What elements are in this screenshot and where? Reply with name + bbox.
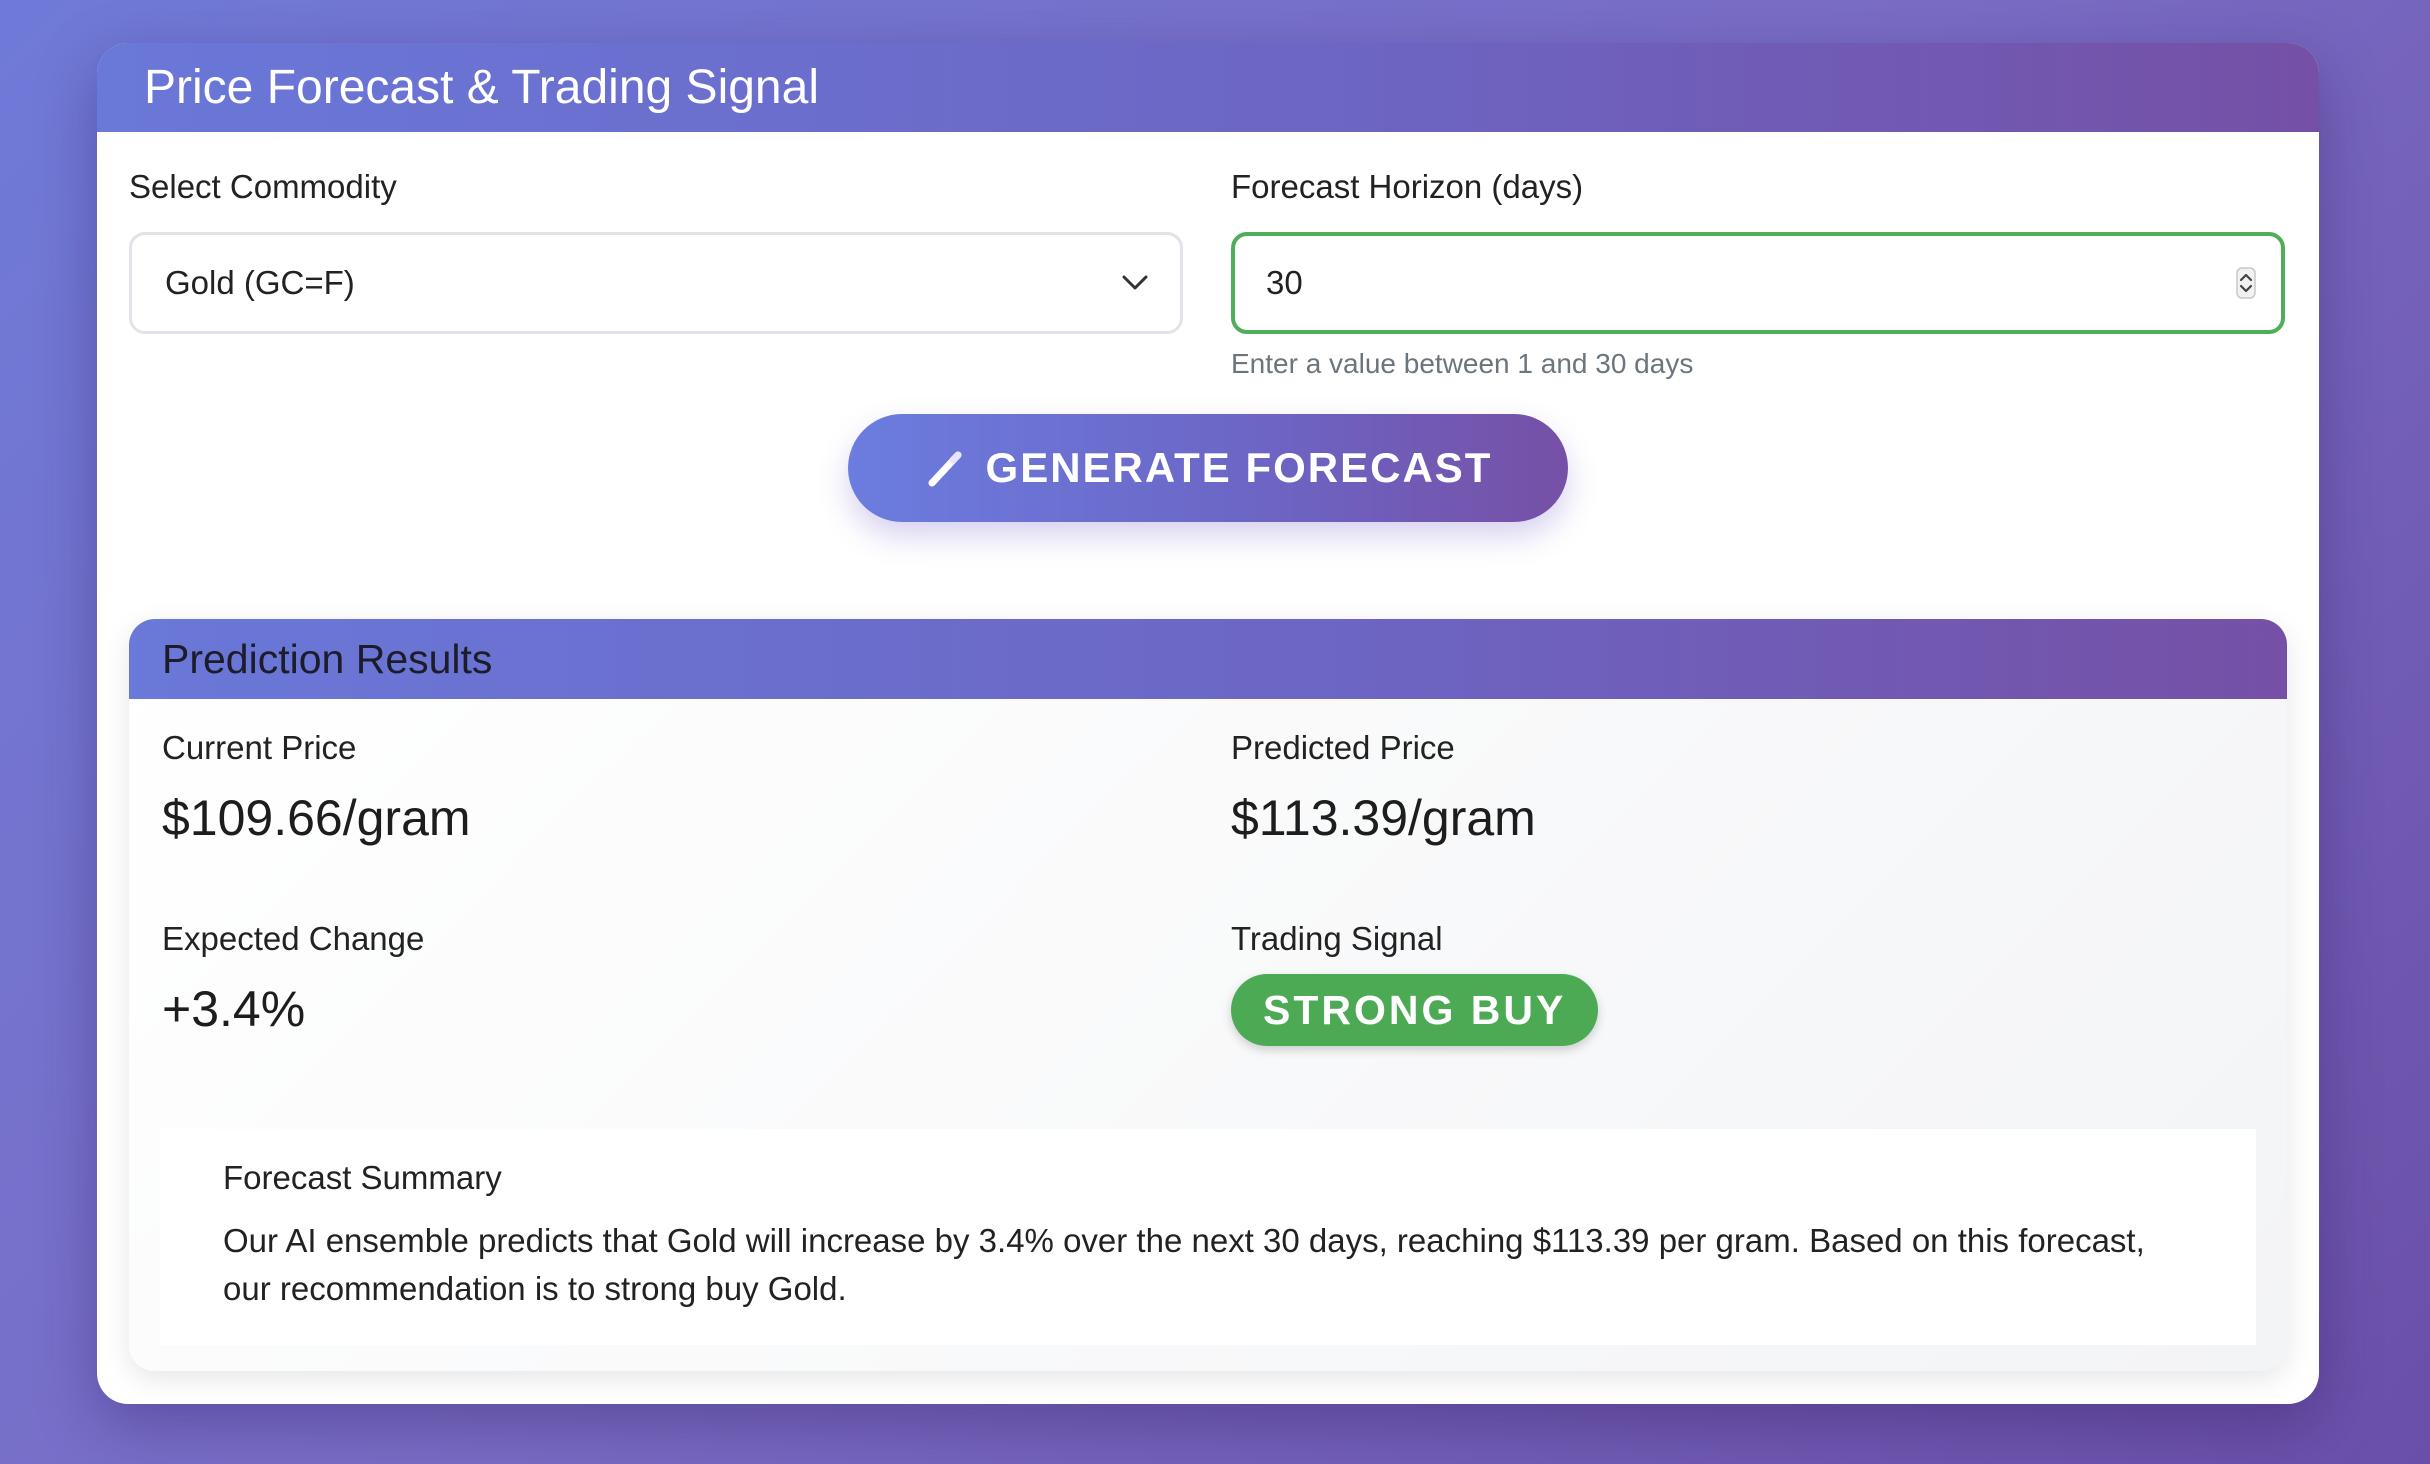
generate-forecast-button[interactable]: GENERATE FORECAST	[848, 414, 1568, 522]
expected-change-value: +3.4%	[162, 981, 306, 1037]
forecast-summary: Forecast Summary Our AI ensemble predict…	[160, 1129, 2256, 1345]
commodity-select[interactable]: Gold (GC=F)	[129, 232, 1183, 334]
predicted-price-value: $113.39/gram	[1231, 790, 1536, 846]
horizon-group: Forecast Horizon (days) 30 Enter a value…	[1231, 168, 2285, 380]
results-title: Prediction Results	[129, 619, 2287, 699]
trading-signal-metric: Trading Signal STRONG BUY	[1231, 920, 1599, 1046]
summary-title: Forecast Summary	[223, 1159, 502, 1196]
horizon-label: Forecast Horizon (days)	[1231, 168, 1584, 205]
commodity-selected-value: Gold (GC=F)	[165, 264, 355, 301]
chevron-down-icon	[1122, 275, 1148, 290]
spinner-arrows-icon[interactable]	[2236, 267, 2256, 299]
expected-change-metric: Expected Change +3.4%	[162, 920, 424, 1038]
trading-signal-badge: STRONG BUY	[1231, 974, 1599, 1046]
predicted-price-metric: Predicted Price $113.39/gram	[1231, 729, 1536, 847]
magic-wand-icon	[928, 451, 962, 487]
results-card: Prediction Results Current Price $109.66…	[129, 619, 2287, 1371]
current-price-value: $109.66/gram	[162, 790, 471, 846]
predicted-price-label: Predicted Price	[1231, 729, 1455, 766]
summary-text: Our AI ensemble predicts that Gold will …	[223, 1222, 2145, 1307]
horizon-input[interactable]: 30	[1231, 232, 2285, 334]
card-title: Price Forecast & Trading Signal	[97, 43, 2319, 132]
current-price-metric: Current Price $109.66/gram	[162, 729, 471, 847]
current-price-label: Current Price	[162, 729, 357, 766]
horizon-help-text: Enter a value between 1 and 30 days	[1231, 348, 1694, 379]
commodity-label: Select Commodity	[129, 168, 397, 205]
commodity-group: Select Commodity Gold (GC=F)	[129, 168, 1183, 334]
expected-change-label: Expected Change	[162, 920, 425, 957]
forecast-card: Price Forecast & Trading Signal Select C…	[97, 43, 2319, 1404]
trading-signal-label: Trading Signal	[1231, 920, 1443, 957]
horizon-value: 30	[1266, 264, 1303, 301]
generate-forecast-label: GENERATE FORECAST	[985, 444, 1493, 491]
